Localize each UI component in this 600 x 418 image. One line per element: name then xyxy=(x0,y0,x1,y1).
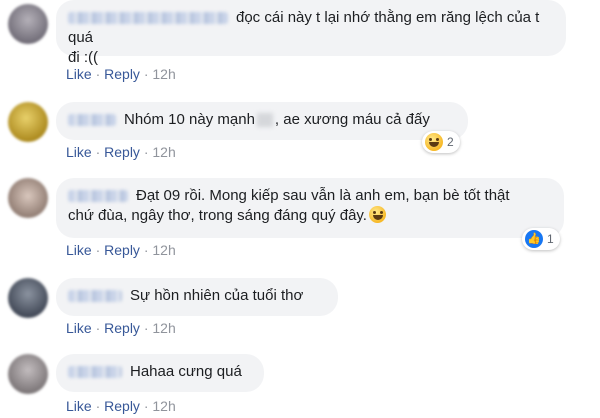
reply-link[interactable]: Reply xyxy=(104,320,140,336)
comment-actions: Like · Reply · 12h xyxy=(66,398,176,414)
laughing-emoji-icon xyxy=(425,133,443,151)
reaction-count: 2 xyxy=(447,135,454,149)
like-link[interactable]: Like xyxy=(66,320,92,336)
like-link[interactable]: Like xyxy=(66,242,92,258)
like-link[interactable]: Like xyxy=(66,66,92,82)
timestamp[interactable]: 12h xyxy=(152,320,175,336)
reply-link[interactable]: Reply xyxy=(104,66,140,82)
comment-text: Sự hồn nhiên của tuổi thơ xyxy=(130,287,304,304)
timestamp[interactable]: 12h xyxy=(152,398,175,414)
grinning-sweat-emoji-icon xyxy=(368,206,386,223)
author-name[interactable] xyxy=(68,290,122,303)
comment-text-part1: Nhóm 10 này mạnh xyxy=(124,111,255,128)
censored-word xyxy=(256,113,273,128)
reaction-badge[interactable]: 2 xyxy=(422,131,460,153)
separator: · xyxy=(95,320,101,336)
comment-text-line1: Đạt 09 rồi. Mong kiếp sau vẫn là anh em,… xyxy=(136,187,510,204)
comment-actions: Like · Reply · 12h xyxy=(66,66,176,82)
separator: · xyxy=(143,144,149,160)
author-name[interactable] xyxy=(68,366,122,379)
separator: · xyxy=(95,398,101,414)
timestamp[interactable]: 12h xyxy=(152,144,175,160)
like-link[interactable]: Like xyxy=(66,398,92,414)
comment-text-line2: đi :(( xyxy=(68,49,98,66)
reaction-badge[interactable]: 👍 1 xyxy=(522,228,560,250)
like-icon: 👍 xyxy=(525,230,543,248)
reply-link[interactable]: Reply xyxy=(104,144,140,160)
comment-text-line2: chứ đùa, ngây thơ, trong sáng đáng quý đ… xyxy=(68,207,367,224)
comment-actions: Like · Reply · 12h xyxy=(66,144,176,160)
separator: · xyxy=(95,66,101,82)
comment-bubble: đọc cái này t lại nhớ thằng em răng lệch… xyxy=(56,0,566,66)
avatar[interactable] xyxy=(8,354,48,394)
comment-bubble: Nhóm 10 này mạnh , ae xương máu cả đấy xyxy=(56,102,468,140)
reaction-count: 1 xyxy=(547,232,554,246)
like-link[interactable]: Like xyxy=(66,144,92,160)
separator: · xyxy=(95,242,101,258)
author-name[interactable] xyxy=(68,114,116,127)
reply-link[interactable]: Reply xyxy=(104,398,140,414)
author-name[interactable] xyxy=(68,12,228,25)
comment-actions: Like · Reply · 12h xyxy=(66,320,176,336)
comment-bubble: Đạt 09 rồi. Mong kiếp sau vẫn là anh em,… xyxy=(56,178,564,238)
comment-text: Hahaa cưng quá xyxy=(130,363,242,380)
author-name[interactable] xyxy=(68,190,128,203)
timestamp[interactable]: 12h xyxy=(152,66,175,82)
comment-actions: Like · Reply · 12h xyxy=(66,242,176,258)
timestamp[interactable]: 12h xyxy=(152,242,175,258)
separator: · xyxy=(143,66,149,82)
comment-bubble: Hahaa cưng quá xyxy=(56,354,264,392)
avatar[interactable] xyxy=(8,178,48,218)
avatar[interactable] xyxy=(8,278,48,318)
avatar[interactable] xyxy=(8,102,48,142)
avatar[interactable] xyxy=(8,4,48,44)
comment-bubble: Sự hồn nhiên của tuổi thơ xyxy=(56,278,338,316)
separator: · xyxy=(143,398,149,414)
comment-text-part2: , ae xương máu cả đấy xyxy=(274,111,430,128)
separator: · xyxy=(143,242,149,258)
reply-link[interactable]: Reply xyxy=(104,242,140,258)
separator: · xyxy=(143,320,149,336)
separator: · xyxy=(95,144,101,160)
